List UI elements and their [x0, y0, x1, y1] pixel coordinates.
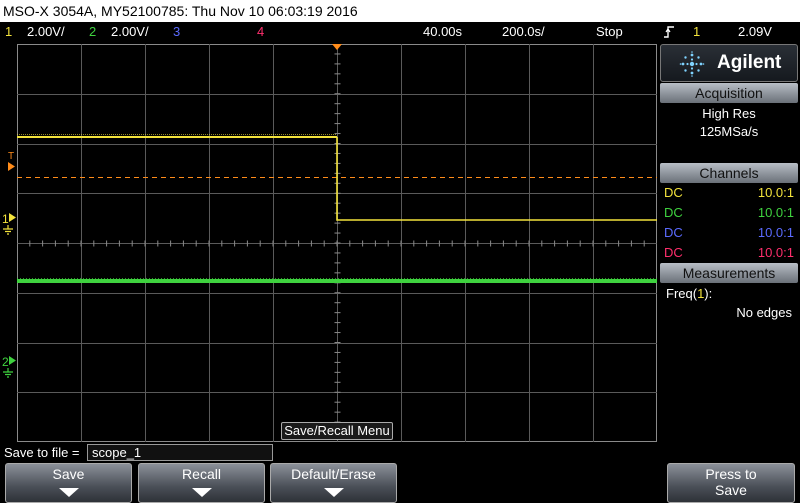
ch1-trace-low — [336, 137, 657, 221]
ch2-marker-label: 2 — [2, 355, 9, 369]
channel-row-3[interactable]: DC 10.0:1 — [664, 223, 794, 243]
softkey-press-to-save-label: Press to Save — [668, 466, 794, 498]
window-title: MSO-X 3054A, MY52100785: Thu Nov 10 06:0… — [0, 0, 800, 22]
ch2-probe: 10.0:1 — [757, 205, 794, 220]
trigger-level-marker[interactable]: T — [8, 151, 16, 172]
softkey-save[interactable]: Save — [5, 463, 132, 503]
softkey-recall[interactable]: Recall — [138, 463, 265, 503]
softkey-default-erase-label: Default/Erase — [291, 466, 376, 482]
ch2-ground-marker[interactable]: 2 — [2, 356, 17, 378]
measurements-header[interactable]: Measurements — [660, 263, 798, 283]
sidebar: Agilent Acquisition High Res 125MSa/s Ch… — [660, 44, 798, 442]
save-file-label: Save to file = — [4, 445, 80, 460]
sample-rate: 125MSa/s — [699, 124, 759, 139]
softkey-save-label: Save — [52, 466, 85, 482]
measurement-name[interactable]: Freq(1): — [666, 286, 712, 301]
trigger-position-marker — [332, 44, 342, 50]
softkey-default-erase[interactable]: Default/Erase — [270, 463, 397, 503]
softkey-recall-label: Recall — [182, 466, 221, 482]
ch2-coupling: DC — [664, 205, 683, 220]
ch2-trace — [17, 279, 657, 283]
menu-label: Save/Recall Menu — [281, 422, 393, 440]
channel-row-4[interactable]: DC 10.0:1 — [664, 243, 794, 263]
ch2-ground-icon — [3, 368, 13, 378]
measurement-label: Freq( — [666, 286, 698, 301]
ch1-scale[interactable]: 2.00V/ — [27, 22, 65, 42]
horizontal-delay[interactable]: 40.00s — [423, 22, 462, 42]
ch2-number[interactable]: 2 — [89, 22, 96, 42]
brand-logo: Agilent — [660, 44, 798, 82]
save-filename-field[interactable]: scope_1 — [87, 444, 273, 461]
trigger-level[interactable]: 2.09V — [738, 22, 772, 42]
trigger-arrow-icon — [8, 162, 15, 171]
status-bar: 1 2.00V/ 2 2.00V/ 3 4 40.00s 200.0s/ Sto… — [0, 22, 800, 42]
ch2-arrow-icon — [8, 356, 16, 365]
ch1-ground-marker[interactable]: 1 — [2, 213, 17, 235]
softkey-press-to-save[interactable]: Press to Save — [667, 463, 795, 503]
ch1-arrow-icon — [8, 213, 16, 222]
chevron-down-icon — [191, 488, 212, 497]
ch4-number[interactable]: 4 — [257, 22, 264, 42]
run-state[interactable]: Stop — [596, 22, 623, 42]
ch1-ground-icon — [3, 225, 13, 235]
brand-name: Agilent — [717, 52, 782, 73]
channel-row-2[interactable]: DC 10.0:1 — [664, 203, 794, 223]
ch2-scale[interactable]: 2.00V/ — [111, 22, 149, 42]
ch1-probe: 10.0:1 — [757, 185, 794, 200]
channel-row-1[interactable]: DC 10.0:1 — [664, 183, 794, 203]
ch4-coupling: DC — [664, 245, 683, 260]
ch1-coupling: DC — [664, 185, 683, 200]
press-to-save-line2: Save — [715, 482, 747, 498]
measurement-suffix: ): — [704, 286, 713, 301]
save-file-bar: Save to file = scope_1 — [0, 443, 800, 463]
waveform-display[interactable] — [17, 44, 657, 442]
ch4-probe: 10.0:1 — [757, 245, 794, 260]
chevron-down-icon — [323, 488, 344, 497]
agilent-spark-icon — [679, 51, 705, 77]
acquisition-header[interactable]: Acquisition — [660, 83, 798, 103]
ch1-number[interactable]: 1 — [5, 22, 12, 42]
channels-header[interactable]: Channels — [660, 163, 798, 183]
ch1-marker-label: 1 — [2, 212, 9, 226]
ch3-coupling: DC — [664, 225, 683, 240]
trigger-marker-label: T — [8, 151, 15, 162]
ch3-probe: 10.0:1 — [757, 225, 794, 240]
measurement-value: No edges — [736, 305, 792, 320]
timebase-scale[interactable]: 200.0s/ — [502, 22, 545, 42]
acquisition-mode: High Res — [702, 106, 756, 121]
trigger-edge-icon — [663, 24, 675, 46]
ch3-number[interactable]: 3 — [173, 22, 180, 42]
trigger-source[interactable]: 1 — [693, 22, 700, 42]
press-to-save-line1: Press to — [705, 466, 757, 482]
chevron-down-icon — [58, 488, 79, 497]
